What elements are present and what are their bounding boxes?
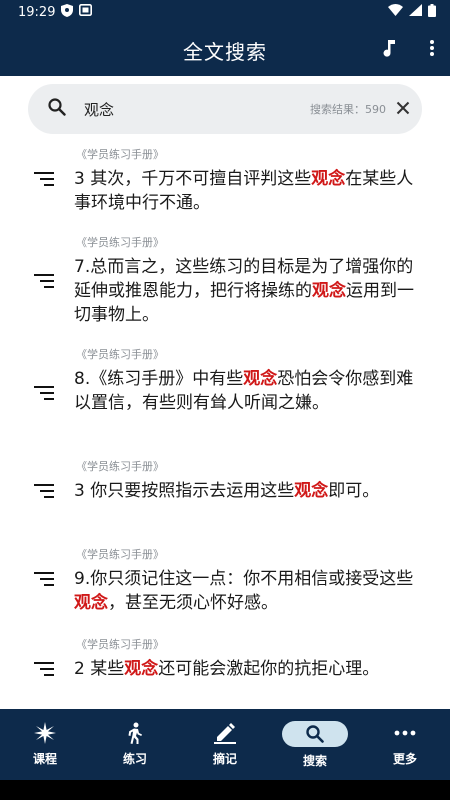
nav-item-notes[interactable]: 摘记 bbox=[180, 709, 270, 780]
search-box[interactable]: 搜索结果：590 bbox=[28, 84, 422, 134]
item-source: 《学员练习手册》 bbox=[76, 236, 164, 249]
result-count: 搜索结果：590 bbox=[310, 101, 386, 117]
more-icon bbox=[394, 721, 416, 745]
gesture-bar bbox=[0, 780, 450, 800]
item-text: 2 某些观念还可能会激起你的抗拒心理。 bbox=[74, 657, 424, 681]
shield-icon bbox=[61, 3, 74, 21]
item-source: 《学员练习手册》 bbox=[76, 460, 164, 473]
list-lines-icon bbox=[34, 171, 54, 190]
app-bar: 全文搜索 bbox=[0, 24, 450, 76]
close-icon[interactable] bbox=[396, 100, 410, 119]
nav-label: 摘记 bbox=[212, 752, 237, 766]
search-bar: 搜索结果：590 bbox=[28, 84, 422, 134]
search-icon bbox=[48, 98, 66, 120]
item-source: 《学员练习手册》 bbox=[76, 148, 164, 161]
highlight-term: 观念 bbox=[311, 169, 346, 189]
status-time: 19:29 bbox=[18, 4, 56, 20]
list-item[interactable]: 《学员练习手册》 9.你只须记住这一点：你不用相信或接受这些观念，甚至无须心怀好… bbox=[0, 546, 450, 636]
list-item[interactable]: 《学员练习手册》 3 你只要按照指示去运用这些观念即可。 bbox=[0, 458, 450, 546]
highlight-term: 观念 bbox=[312, 281, 346, 301]
list-lines-icon bbox=[34, 571, 54, 590]
list-item[interactable]: 《学员练习手册》 2 某些观念还可能会激起你的抗拒心理。 bbox=[0, 636, 450, 708]
more-vertical-icon[interactable] bbox=[430, 40, 434, 60]
item-text: 7.总而言之，这些练习的目标是为了增强你的延伸或推恩能力，把行将操练的观念运用到… bbox=[74, 255, 424, 327]
text-segment: 2 某些 bbox=[74, 659, 125, 679]
item-source: 《学员练习手册》 bbox=[76, 638, 164, 651]
text-segment: 9.你只须记住这一点：你不用相信或接受这些 bbox=[74, 569, 414, 589]
nav-label: 练习 bbox=[122, 752, 147, 766]
pen-icon bbox=[214, 721, 236, 745]
result-list: 《学员练习手册》 3 其次，千万不可擅自评判这些观念在某些人事环境中行不通。 《… bbox=[0, 146, 450, 708]
music-note-icon[interactable] bbox=[382, 39, 396, 61]
status-bar: 19:29 bbox=[0, 0, 450, 24]
nav-item-courses[interactable]: 课程 bbox=[0, 709, 90, 780]
result-count-value: 590 bbox=[365, 103, 386, 116]
wifi-icon bbox=[388, 4, 403, 20]
nav-item-more[interactable]: 更多 bbox=[360, 709, 450, 780]
text-segment: 3 你只要按照指示去运用这些 bbox=[74, 481, 295, 501]
walk-icon bbox=[126, 721, 144, 745]
search-icon bbox=[282, 721, 348, 747]
nav-item-practice[interactable]: 练习 bbox=[90, 709, 180, 780]
highlight-term: 观念 bbox=[124, 659, 159, 679]
battery-icon bbox=[428, 3, 436, 21]
search-input[interactable] bbox=[84, 100, 310, 118]
item-source: 《学员练习手册》 bbox=[76, 348, 164, 361]
item-text: 3 你只要按照指示去运用这些观念即可。 bbox=[74, 479, 424, 503]
nav-label: 更多 bbox=[392, 752, 417, 766]
list-lines-icon bbox=[34, 273, 54, 292]
item-source: 《学员练习手册》 bbox=[76, 548, 164, 561]
text-segment: 还可能会激起你的抗拒心理。 bbox=[158, 659, 380, 679]
list-item[interactable]: 《学员练习手册》 8.《练习手册》中有些观念恐怕会令你感到难以置信，有些则有耸人… bbox=[0, 346, 450, 458]
list-item[interactable]: 《学员练习手册》 7.总而言之，这些练习的目标是为了增强你的延伸或推恩能力，把行… bbox=[0, 234, 450, 346]
highlight-term: 观念 bbox=[74, 593, 108, 613]
list-item[interactable]: 《学员练习手册》 3 其次，千万不可擅自评判这些观念在某些人事环境中行不通。 bbox=[0, 146, 450, 234]
nav-item-search[interactable]: 搜索 bbox=[270, 709, 360, 780]
nav-label: 搜索 bbox=[302, 754, 327, 768]
bottom-nav: 课程 练习 摘记 搜索 更多 bbox=[0, 709, 450, 780]
screen-icon bbox=[79, 4, 93, 20]
item-text: 9.你只须记住这一点：你不用相信或接受这些观念，甚至无须心怀好感。 bbox=[74, 567, 424, 615]
list-lines-icon bbox=[34, 661, 54, 680]
spark-icon bbox=[34, 721, 56, 745]
nav-label: 课程 bbox=[32, 752, 57, 766]
result-count-label: 搜索结果： bbox=[310, 103, 365, 116]
list-lines-icon bbox=[34, 385, 54, 404]
list-lines-icon bbox=[34, 483, 54, 502]
text-segment: ，甚至无须心怀好感。 bbox=[108, 593, 278, 613]
item-text: 3 其次，千万不可擅自评判这些观念在某些人事环境中行不通。 bbox=[74, 167, 424, 215]
highlight-term: 观念 bbox=[294, 481, 329, 501]
signal-icon bbox=[409, 4, 422, 20]
item-text: 8.《练习手册》中有些观念恐怕会令你感到难以置信，有些则有耸人听闻之嫌。 bbox=[74, 367, 424, 415]
highlight-term: 观念 bbox=[243, 369, 278, 389]
text-segment: 3 其次，千万不可擅自评判这些 bbox=[74, 169, 312, 189]
text-segment: 8.《练习手册》中有些 bbox=[74, 369, 244, 389]
text-segment: 即可。 bbox=[328, 481, 380, 501]
